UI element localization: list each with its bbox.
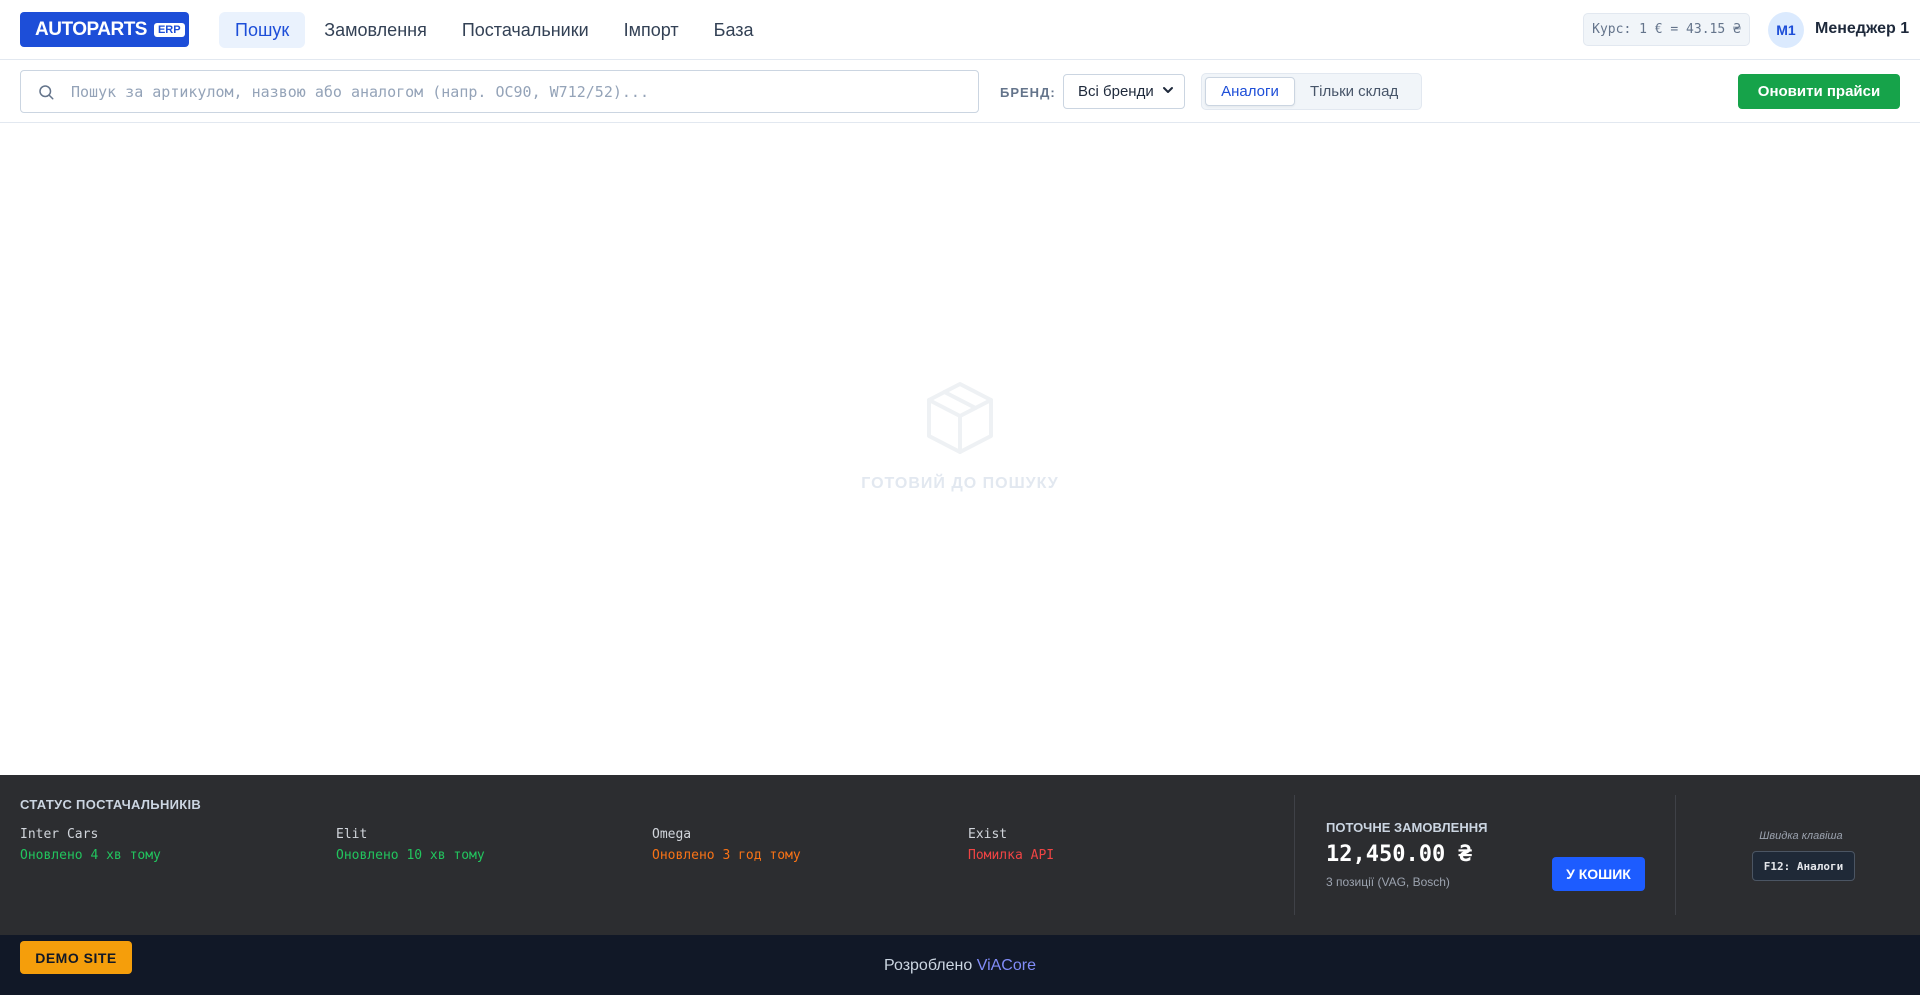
top-navbar: AUTOPARTS ERP Пошук Замовлення Постачаль…: [0, 0, 1920, 60]
suppliers-status-title: СТАТУС ПОСТАЧАЛЬНИКІВ: [20, 797, 202, 812]
nav-item-import[interactable]: Імпорт: [608, 12, 695, 48]
hotkey-label: Швидка клавіша: [1759, 830, 1843, 842]
supplier-name: Omega: [652, 827, 692, 842]
search-toolbar: БРЕНД: Всі бренди Аналоги Тільки склад О…: [0, 61, 1920, 123]
supplier-status-item: Omega Оновлено 3 год тому: [652, 827, 801, 863]
mode-toggle: Аналоги Тільки склад: [1201, 73, 1422, 110]
empty-state-text: ГОТОВИЙ ДО ПОШУКУ: [861, 475, 1059, 492]
supplier-status-item: Elit Оновлено 10 хв тому: [336, 827, 485, 863]
supplier-status-item: Exist Помилка API: [968, 827, 1054, 863]
refresh-prices-button[interactable]: Оновити прайси: [1738, 74, 1900, 109]
divider: [1294, 795, 1295, 915]
status-panel: СТАТУС ПОСТАЧАЛЬНИКІВ Inter Cars Оновлен…: [0, 775, 1920, 935]
supplier-name: Exist: [968, 827, 1008, 842]
user-name[interactable]: Менеджер 1: [1815, 20, 1909, 38]
search-box: [20, 70, 979, 113]
brand-select-value: Всі бренди: [1078, 83, 1154, 100]
supplier-status: Оновлено 3 год тому: [652, 848, 801, 863]
nav-item-database[interactable]: База: [698, 12, 770, 48]
box-icon: [925, 380, 995, 461]
current-order-title: ПОТОЧНЕ ЗАМОВЛЕННЯ: [1326, 820, 1488, 835]
supplier-name: Inter Cars: [20, 827, 99, 842]
chevron-down-icon: [1162, 83, 1174, 100]
analogs-toggle-button[interactable]: Аналоги: [1205, 77, 1295, 106]
footer: DEMO SITE Розроблено ViACore: [0, 935, 1920, 995]
search-input[interactable]: [71, 71, 978, 112]
stock-only-toggle-button[interactable]: Тільки склад: [1295, 77, 1413, 106]
brand-label: БРЕНД:: [1000, 85, 1056, 100]
supplier-status: Оновлено 10 хв тому: [336, 848, 485, 863]
credits-prefix: Розроблено: [884, 957, 973, 974]
logo-text: AUTOPARTS: [35, 18, 147, 40]
supplier-status-item: Inter Cars Оновлено 4 хв тому: [20, 827, 161, 863]
empty-state: ГОТОВИЙ ДО ПОШУКУ: [0, 380, 1920, 493]
supplier-status: Оновлено 4 хв тому: [20, 848, 161, 863]
add-to-cart-button[interactable]: У КОШИК: [1552, 857, 1645, 891]
supplier-name: Elit: [336, 827, 368, 842]
brand-select[interactable]: Всі бренди: [1063, 74, 1185, 109]
credits-link[interactable]: ViACore: [977, 957, 1036, 974]
current-order-summary: 3 позиції (VAG, Bosch): [1326, 875, 1450, 889]
divider: [1675, 795, 1676, 915]
logo-badge: ERP: [153, 22, 185, 37]
exchange-rate-badge: Курс: 1 € = 43.15 ₴: [1583, 13, 1750, 46]
footer-credits: Розроблено ViACore: [0, 957, 1920, 975]
avatar[interactable]: M1: [1768, 12, 1804, 48]
hotkey-badge: F12: Аналоги: [1752, 851, 1855, 881]
supplier-status: Помилка API: [968, 848, 1055, 863]
current-order-amount: 12,450.00 ₴: [1326, 842, 1472, 867]
search-icon: [21, 83, 71, 101]
nav-item-search[interactable]: Пошук: [219, 12, 306, 48]
app-logo[interactable]: AUTOPARTS ERP: [20, 12, 189, 47]
nav-item-orders[interactable]: Замовлення: [308, 12, 443, 48]
nav-item-suppliers[interactable]: Постачальники: [446, 12, 605, 48]
main-nav: Пошук Замовлення Постачальники Імпорт Ба…: [219, 12, 773, 48]
